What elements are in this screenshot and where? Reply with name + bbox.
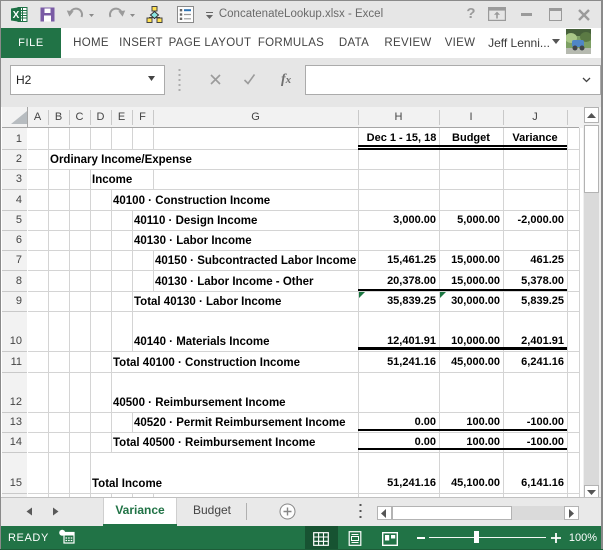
- svg-text:X: X: [13, 10, 20, 21]
